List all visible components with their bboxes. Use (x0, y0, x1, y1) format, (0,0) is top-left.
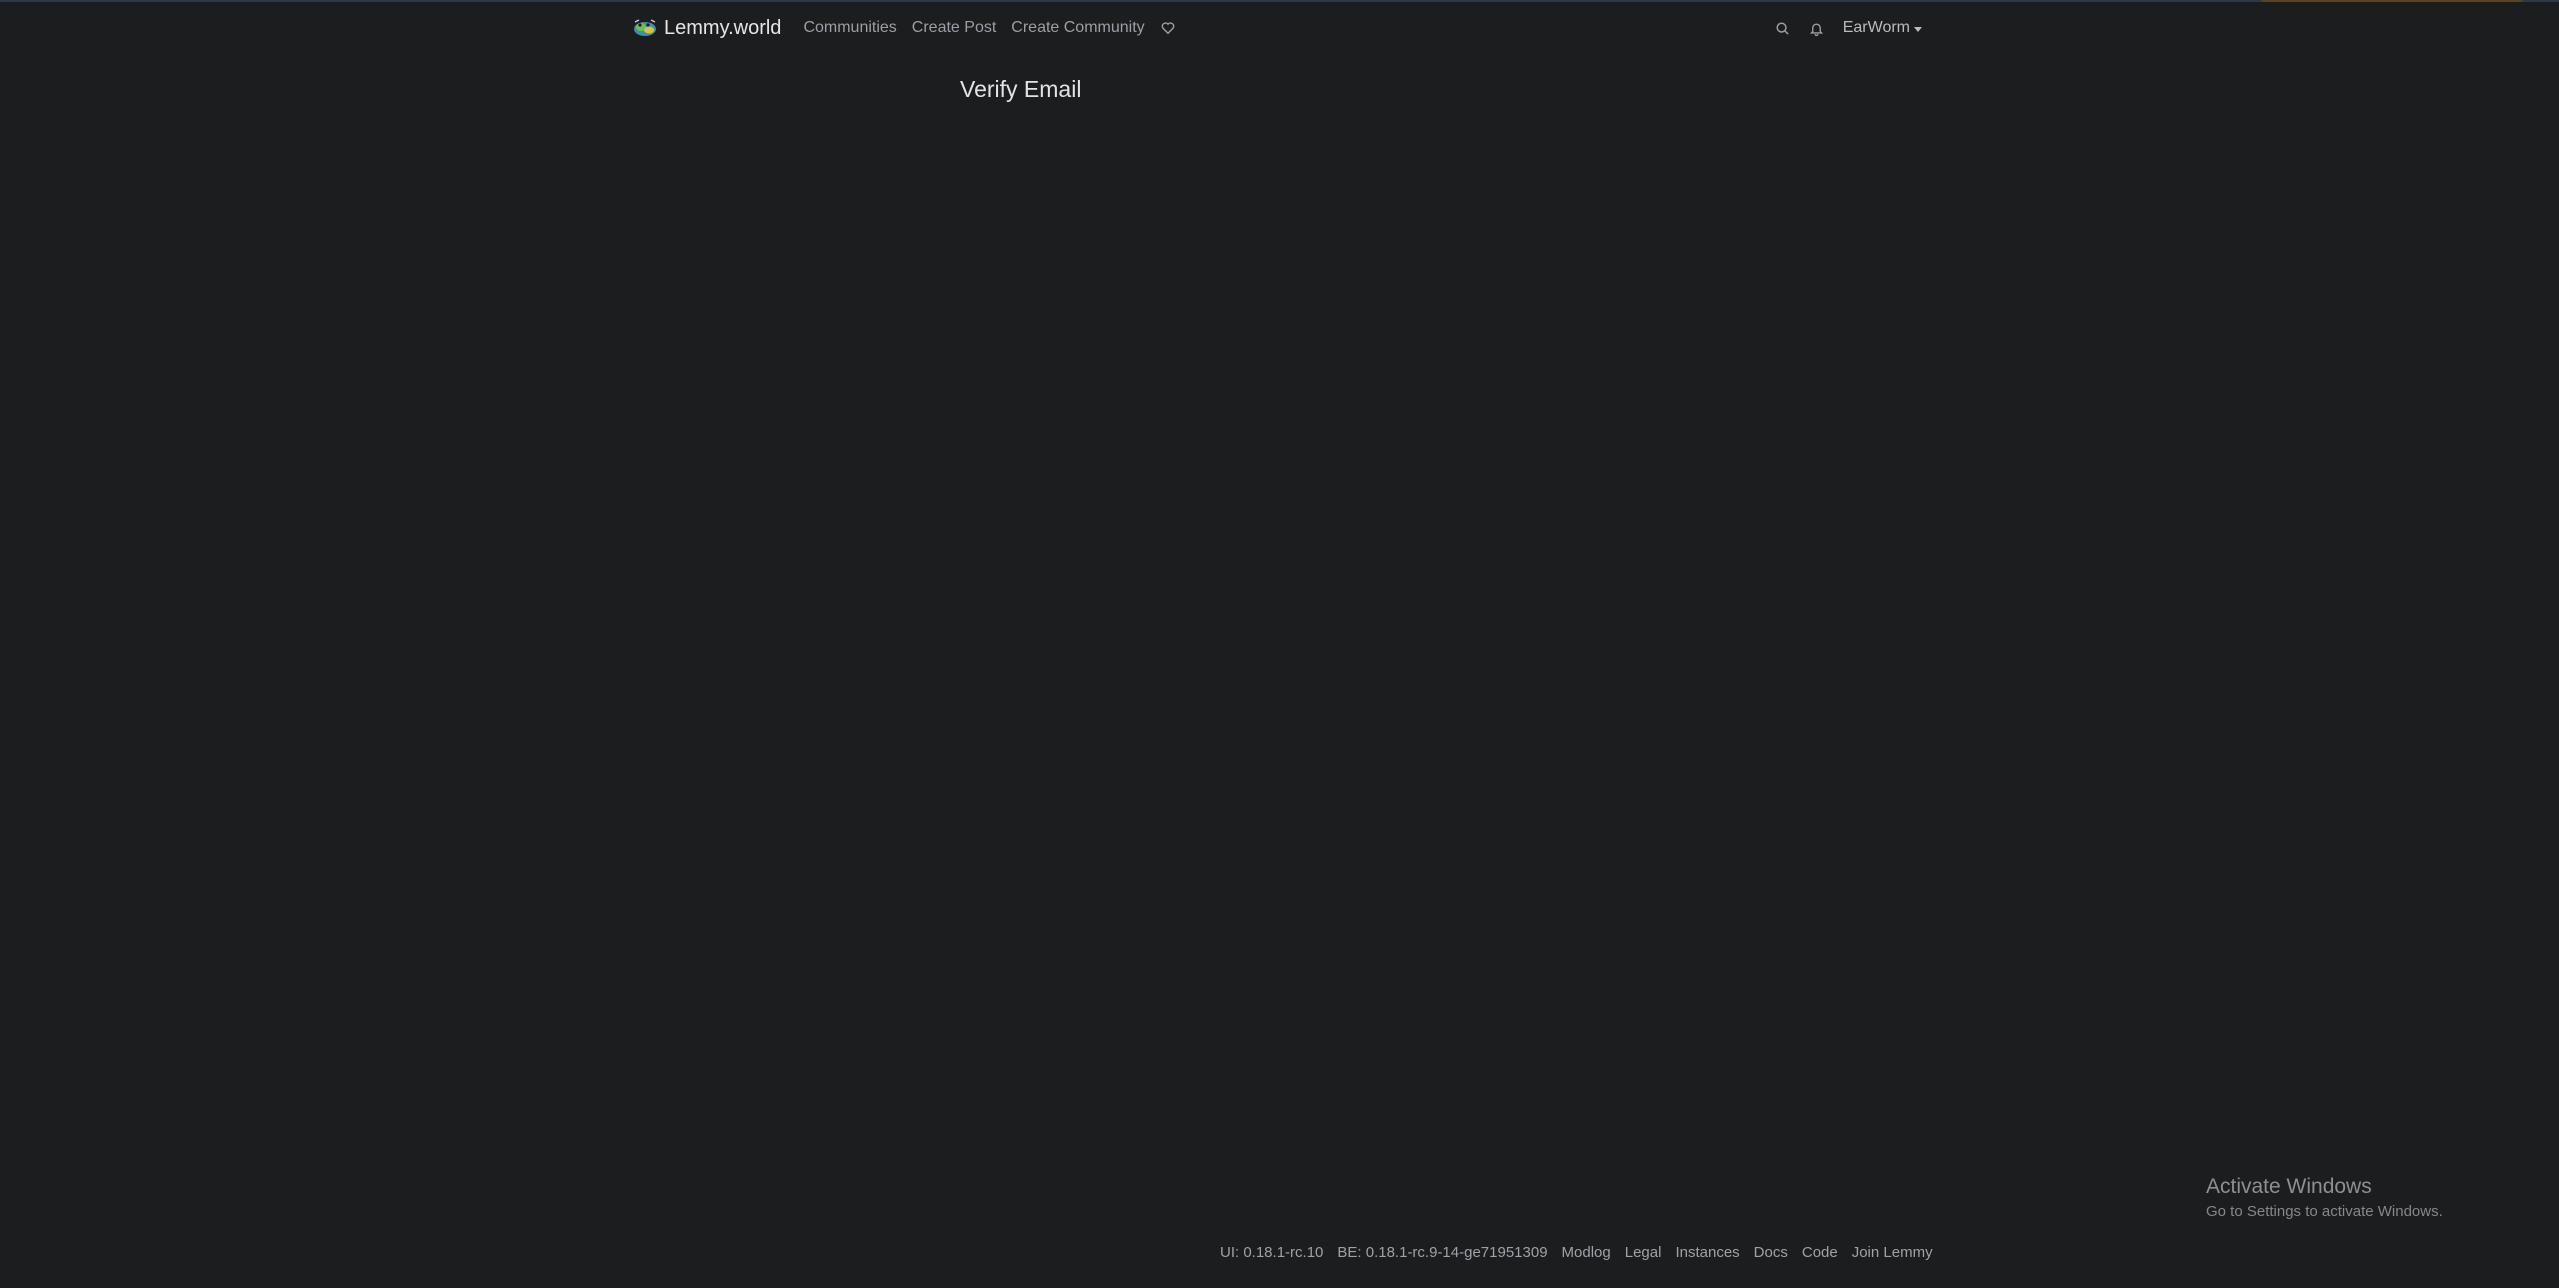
nav-link-create-community[interactable]: Create Community (1011, 19, 1144, 37)
heart-icon[interactable] (1160, 20, 1176, 36)
footer-link-legal[interactable]: Legal (1625, 1244, 1662, 1261)
watermark-subtitle: Go to Settings to activate Windows. (2206, 1203, 2443, 1220)
bell-icon[interactable] (1809, 20, 1825, 36)
footer: UI: 0.18.1-rc.10 BE: 0.18.1-rc.9-14-ge71… (1220, 1244, 1933, 1261)
search-icon[interactable] (1775, 20, 1791, 36)
windows-activation-watermark: Activate Windows Go to Settings to activ… (2206, 1175, 2443, 1220)
user-name: EarWorm (1842, 19, 1910, 36)
nav-link-communities[interactable]: Communities (803, 19, 896, 37)
lemmy-logo-icon (632, 18, 658, 38)
brand-link[interactable]: Lemmy.world (632, 17, 781, 40)
nav-link-create-post[interactable]: Create Post (912, 19, 996, 37)
footer-link-modlog[interactable]: Modlog (1562, 1244, 1611, 1261)
page-title: Verify Email (960, 76, 1082, 102)
caret-down-icon (1914, 26, 1922, 32)
top-accent-bar (2262, 0, 2522, 2)
page: Lemmy.world Communities Create Post Crea… (0, 0, 2559, 1288)
footer-be-version: BE: 0.18.1-rc.9-14-ge71951309 (1337, 1244, 1548, 1261)
footer-link-code[interactable]: Code (1802, 1244, 1838, 1261)
navbar-right: EarWorm (1775, 19, 1922, 37)
footer-link-instances[interactable]: Instances (1675, 1244, 1739, 1261)
footer-ui-version: UI: 0.18.1-rc.10 (1220, 1244, 1324, 1261)
brand-name: Lemmy.world (664, 16, 782, 39)
footer-link-docs[interactable]: Docs (1754, 1244, 1788, 1261)
watermark-title: Activate Windows (2206, 1175, 2372, 1198)
navbar: Lemmy.world Communities Create Post Crea… (632, 0, 1922, 56)
user-menu-dropdown[interactable]: EarWorm (1843, 19, 1922, 37)
footer-link-join-lemmy[interactable]: Join Lemmy (1852, 1244, 1933, 1261)
